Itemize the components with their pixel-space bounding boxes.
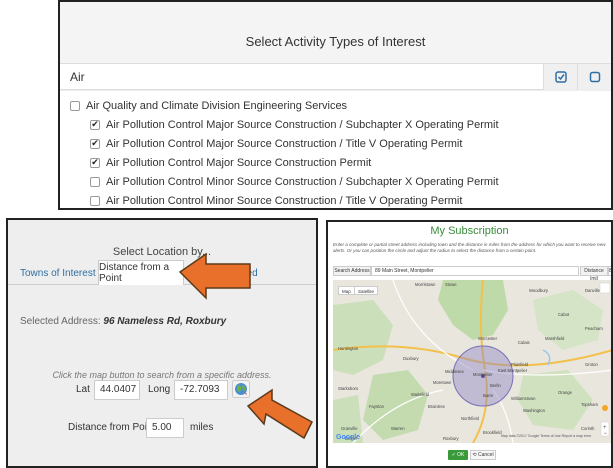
- selected-address-label: Selected Address:: [20, 316, 101, 327]
- map-type-satellite-tab[interactable]: Satellite: [354, 286, 379, 295]
- map-label: Stowe: [445, 282, 457, 287]
- subscription-map[interactable]: Montpelier Middlesex Worcester Barre Wai…: [333, 280, 613, 443]
- subscription-title: My Subscription: [430, 225, 509, 237]
- map-label: Topsham: [581, 402, 599, 407]
- map-label: Danville: [585, 288, 601, 293]
- map-label: Cabot: [558, 312, 570, 317]
- search-address-label: Search Address: [333, 266, 371, 276]
- map-label: Roxbury: [443, 436, 459, 441]
- map-label: Moretown: [433, 380, 452, 385]
- map-label: Starksboro: [338, 386, 359, 391]
- map-label: Montpelier: [473, 372, 493, 377]
- ok-button[interactable]: ✓ OK: [448, 450, 468, 460]
- map-label: Huntington: [338, 346, 359, 351]
- distance-label: Distance from Point: [68, 422, 156, 433]
- map-label: Braintree: [428, 404, 446, 409]
- subscription-instruction: Enter a complete or partial street addre…: [333, 242, 606, 253]
- cancel-button[interactable]: ⟲ Cancel: [470, 450, 496, 460]
- list-item[interactable]: Air Pollution Control Minor Source Const…: [90, 192, 463, 208]
- map-label: Duxbury: [403, 356, 419, 361]
- cancel-label: Cancel: [478, 452, 494, 458]
- map-label: Peacham: [585, 326, 603, 331]
- list-item[interactable]: ✔ Air Pollution Control Major Source Con…: [90, 154, 371, 171]
- list-item[interactable]: Air Pollution Control Minor Source Const…: [90, 173, 499, 190]
- map-label: Calais: [518, 340, 530, 345]
- map-label: Washington: [523, 408, 546, 413]
- distance-mi-input[interactable]: 8: [608, 266, 611, 276]
- checkbox[interactable]: [90, 195, 100, 206]
- checkbox-checked-icon: [554, 71, 567, 83]
- distance-input[interactable]: 5.00: [146, 418, 184, 438]
- distance-unit: miles: [190, 422, 214, 433]
- checkbox[interactable]: [90, 176, 100, 187]
- tab-distance-from-point[interactable]: Distance from a Point: [98, 260, 184, 285]
- checkbox[interactable]: [70, 100, 80, 111]
- map-label: East Montpelier: [498, 368, 528, 373]
- long-label: Long: [148, 384, 171, 395]
- map-label: Brookfield: [483, 430, 502, 435]
- map-label: Morristown: [415, 282, 436, 287]
- map-label: Berlin: [490, 383, 501, 388]
- list-item-label: Air Pollution Control Minor Source Const…: [106, 175, 499, 188]
- subscription-panel: My Subscription Enter a complete or part…: [326, 220, 613, 468]
- list-item[interactable]: Air Quality and Climate Division Enginee…: [70, 97, 347, 114]
- map-label: Warren: [391, 426, 405, 431]
- arrow-pointing-to-map-button-icon: [246, 388, 313, 440]
- location-panel-title: Select Location by...: [112, 246, 212, 258]
- zoom-out-icon[interactable]: −: [604, 431, 608, 437]
- search-address-input[interactable]: 89 Main Street, Montpelier: [371, 266, 579, 276]
- map-label: Groton: [585, 362, 598, 367]
- uncheck-all-button[interactable]: [577, 64, 611, 90]
- map-label: Waitsfield: [411, 392, 430, 397]
- map-label: Orange: [558, 390, 573, 395]
- google-logo: Google: [336, 434, 360, 441]
- list-item-label: Air Pollution Control Major Source Const…: [106, 118, 499, 131]
- map-label: Fayston: [369, 404, 385, 409]
- map-label: Woodbury: [529, 288, 549, 293]
- distance-mi-label: Distance (mi): [580, 266, 608, 282]
- list-item[interactable]: ✔ Air Pollution Control Major Source Con…: [90, 135, 462, 152]
- list-item-label: Air Pollution Control Major Source Const…: [106, 156, 372, 169]
- lat-input[interactable]: 44.0407: [94, 380, 140, 400]
- checkbox[interactable]: ✔: [90, 138, 100, 149]
- lat-label: Lat: [76, 384, 90, 395]
- activity-list: Air Quality and Climate Division Enginee…: [60, 90, 611, 208]
- map-label: Marshfield: [545, 336, 565, 341]
- map-label: Williamstown: [511, 396, 536, 401]
- activity-search-row: [60, 64, 611, 90]
- checkbox[interactable]: ✔: [90, 119, 100, 130]
- map-canvas[interactable]: Montpelier Middlesex Worcester Barre Wai…: [333, 280, 613, 443]
- map-instruction: Click the map button to search from a sp…: [52, 370, 272, 380]
- map-attribution: Map data ©2017 Google Terms of Use Repor…: [501, 434, 592, 438]
- map-label: Granville: [341, 426, 358, 431]
- fullscreen-icon[interactable]: [599, 282, 611, 294]
- pegman-icon[interactable]: [602, 405, 608, 411]
- selected-address-value: 96 Nameless Rd, Roxbury: [103, 316, 227, 327]
- map-label: Worcester: [478, 336, 498, 341]
- long-input[interactable]: -72.7093: [174, 380, 228, 400]
- list-item-label: Air Pollution Control Minor Source Const…: [106, 194, 463, 207]
- activity-panel-header: Select Activity Types of Interest: [60, 2, 611, 64]
- map-label: Plainfield: [511, 362, 529, 367]
- map-type-map-tab[interactable]: Map: [338, 286, 355, 295]
- map-label: Barre: [483, 393, 494, 398]
- list-item[interactable]: ✔ Air Pollution Control Major Source Con…: [90, 116, 499, 133]
- map-label: Corinth: [581, 426, 595, 431]
- activity-search-input[interactable]: [66, 64, 536, 90]
- ok-label: OK: [457, 452, 465, 458]
- map-label: Middlesex: [445, 369, 465, 374]
- list-item-label: Air Pollution Control Major Source Const…: [106, 137, 463, 150]
- checkbox[interactable]: ✔: [90, 157, 100, 168]
- selected-address: Selected Address: 96 Nameless Rd, Roxbur…: [20, 316, 226, 327]
- activity-panel-title: Select Activity Types of Interest: [245, 34, 426, 49]
- list-item-label: Air Quality and Climate Division Enginee…: [86, 99, 348, 112]
- arrow-pointing-to-tab-icon: [178, 252, 251, 300]
- map-label: Northfield: [461, 416, 480, 421]
- tab-towns-of-interest[interactable]: Towns of Interest: [20, 268, 96, 279]
- checkbox-empty-icon: [589, 71, 600, 83]
- activity-types-panel: Select Activity Types of Interest Air Qu…: [58, 0, 613, 210]
- check-all-button[interactable]: [543, 64, 577, 90]
